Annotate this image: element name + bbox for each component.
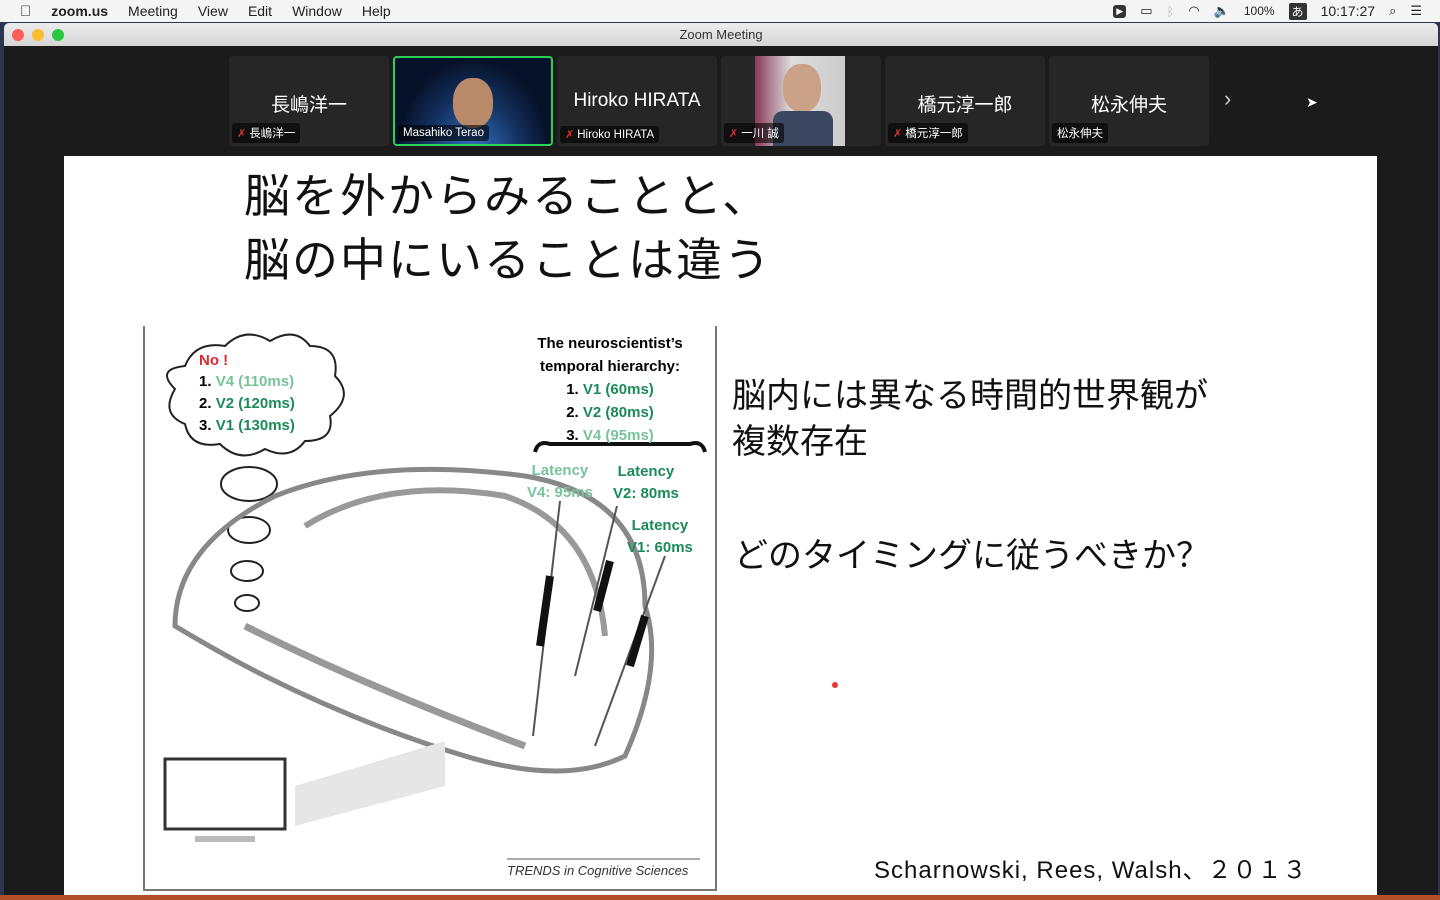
participant-tile[interactable]: Hiroko HIRATA ✗ Hiroko HIRATA xyxy=(557,56,717,146)
volume-icon[interactable]: 🔈 xyxy=(1214,3,1230,19)
no-label: No ! xyxy=(199,352,229,369)
list-icon[interactable]: ☰ xyxy=(1410,3,1422,19)
apple-icon[interactable]:  xyxy=(20,3,31,20)
mic-muted-icon: ✗ xyxy=(565,129,575,141)
latency-v2: Latency V2: 80ms xyxy=(613,463,679,502)
next-page-chevron-icon[interactable]: › xyxy=(1224,86,1231,112)
participant-name-display: Hiroko HIRATA xyxy=(573,90,701,111)
hierarchy-block: The neuroscientist’s temporal hierarchy: … xyxy=(537,335,683,444)
bluetooth-icon[interactable]: ᛒ xyxy=(1167,4,1175,19)
participant-video xyxy=(453,78,493,128)
bubble-list: 1. V4 (110ms) 2. V2 (120ms) 3. V1 (130ms… xyxy=(199,373,295,434)
mic-muted-icon: ✗ xyxy=(729,127,739,140)
participant-tile[interactable]: ✗ 一川 誠 xyxy=(721,56,881,146)
participant-tile[interactable]: 松永伸夫 松永伸夫 xyxy=(1049,56,1209,146)
slide-text-main: 脳内には異なる時間的世界観が 複数存在 xyxy=(732,376,1208,462)
participant-tile[interactable]: 橋元淳一郎 ✗ 橋元淳一郎 xyxy=(885,56,1045,146)
slide-citation: Scharnowski, Rees, Walsh、２０１３ xyxy=(874,857,1308,884)
shared-slide: 脳を外からみることと、 脳の中にいることは違う No ! 1. V4 (110m… xyxy=(64,156,1377,895)
participant-strip: 長嶋洋一 ✗ 長嶋洋一 Masahiko Terao Hiroko HIRATA … xyxy=(4,56,1438,146)
participant-label: Hiroko HIRATA xyxy=(577,128,655,141)
participant-tile-active[interactable]: Masahiko Terao xyxy=(393,56,553,146)
slide-title: 脳を外からみることと、 脳の中にいることは違う xyxy=(244,164,772,292)
menu-help[interactable]: Help xyxy=(362,3,391,19)
airplay-icon[interactable]: ▭ xyxy=(1140,3,1152,19)
desktop-edge xyxy=(0,895,1440,900)
figure-source: TRENDS in Cognitive Sciences xyxy=(507,863,689,878)
laser-pointer xyxy=(832,682,838,688)
menu-app[interactable]: zoom.us xyxy=(51,3,108,19)
mic-muted-icon: ✗ xyxy=(237,127,247,140)
latency-v4: Latency V4: 95ms xyxy=(527,462,593,501)
participant-label: 松永伸夫 xyxy=(1057,128,1103,140)
minimize-button[interactable] xyxy=(32,29,44,41)
title-line: 脳を外からみることと、 xyxy=(244,169,771,223)
zoom-button[interactable] xyxy=(52,29,64,41)
participant-name-display: 長嶋洋一 xyxy=(270,95,347,116)
zoom-status-icon[interactable]: ▶ xyxy=(1113,4,1127,18)
window-title: Zoom Meeting xyxy=(679,27,763,42)
search-icon[interactable]: ⌕ xyxy=(1389,3,1396,19)
menu-meeting[interactable]: Meeting xyxy=(128,3,178,19)
close-button[interactable] xyxy=(12,29,24,41)
mic-muted-icon: ✗ xyxy=(893,127,903,140)
brain-figure: No ! 1. V4 (110ms) 2. V2 (120ms) 3. V1 (… xyxy=(143,326,717,891)
zoom-window: Zoom Meeting 長嶋洋一 ✗ 長嶋洋一 Masahiko Terao H… xyxy=(4,23,1438,895)
participant-label: 長嶋洋一 xyxy=(249,128,296,140)
wifi-icon[interactable]: ◠ xyxy=(1188,3,1199,19)
title-line: 脳の中にいることは違う xyxy=(244,233,772,287)
participant-name-display: 松永伸夫 xyxy=(1090,95,1167,116)
participant-tile[interactable]: 長嶋洋一 ✗ 長嶋洋一 xyxy=(229,56,389,146)
latency-v1: Latency V1: 60ms xyxy=(627,517,693,556)
mouse-cursor-icon: ➤ xyxy=(1306,94,1318,110)
participant-label: Masahiko Terao xyxy=(403,127,484,139)
participant-name-display: 橋元淳一郎 xyxy=(917,95,1013,116)
title-bar: Zoom Meeting xyxy=(4,23,1438,46)
menu-window[interactable]: Window xyxy=(292,3,342,19)
participant-label: 一川 誠 xyxy=(741,128,779,140)
clock[interactable]: 10:17:27 xyxy=(1321,3,1376,19)
menu-view[interactable]: View xyxy=(198,3,228,19)
menu-edit[interactable]: Edit xyxy=(248,3,272,19)
slide-question: どのタイミングに従うべきか？ xyxy=(734,536,1210,576)
battery-text[interactable]: 100% xyxy=(1244,4,1275,18)
input-method-icon[interactable]: あ xyxy=(1288,2,1307,20)
menu-bar:  zoom.us Meeting View Edit Window Help … xyxy=(0,0,1440,22)
participant-label: 橋元淳一郎 xyxy=(905,128,963,140)
